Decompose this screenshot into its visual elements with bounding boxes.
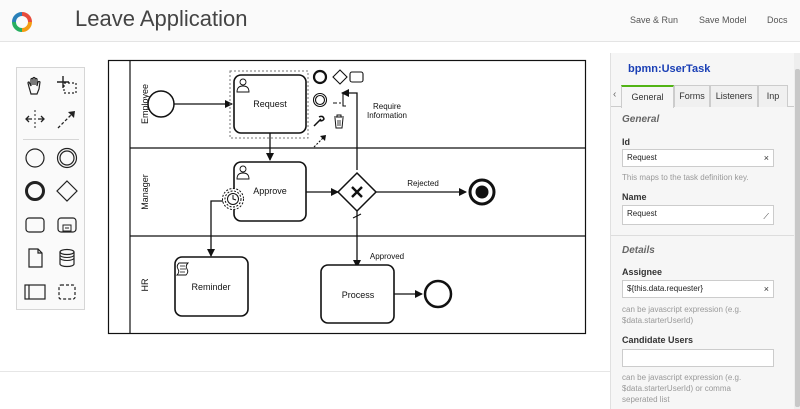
data-object-icon[interactable] (23, 246, 47, 270)
task-label-reminder: Reminder (191, 282, 230, 292)
tabs-scroll-left-icon[interactable]: ‹ (613, 89, 616, 100)
resize-handle-icon[interactable]: ⟋ (763, 209, 769, 224)
intermediate-event-icon[interactable] (55, 146, 79, 170)
section-general-title: General (622, 114, 660, 125)
append-end-event-icon[interactable] (312, 69, 328, 85)
sequence-flow[interactable] (207, 200, 223, 257)
assignee-label: Assignee (622, 267, 663, 277)
task-label-approve: Approve (253, 186, 287, 196)
id-label: Id (622, 137, 630, 147)
flow-label-rejected: Rejected (407, 179, 439, 188)
flow-label-information: Information (367, 111, 407, 120)
tab-listeners[interactable]: Listeners (710, 85, 758, 107)
append-intermediate-event-icon[interactable] (312, 92, 328, 108)
start-event[interactable] (147, 90, 175, 118)
data-store-icon[interactable] (55, 246, 79, 270)
save-and-run-button[interactable]: Save & Run (630, 15, 678, 25)
task-label-process: Process (342, 290, 375, 300)
palette-separator (23, 139, 79, 140)
append-gateway-icon[interactable] (332, 69, 348, 85)
tab-forms[interactable]: Forms (674, 85, 710, 107)
properties-panel: bpmn:UserTask ‹ General Forms Listeners … (610, 53, 800, 409)
element-type-title: bpmn:UserTask (628, 63, 711, 75)
section-details-title: Details (622, 245, 655, 256)
candidate-users-field[interactable] (622, 349, 774, 367)
pool-icon[interactable] (23, 280, 47, 304)
clear-icon[interactable]: × (764, 150, 769, 166)
assignee-field[interactable]: ${this.data.requester} × (622, 280, 774, 298)
end-event-rejected[interactable] (468, 178, 496, 206)
app-logo-icon (12, 12, 32, 32)
candidate-users-help-text: can be javascript expression (e.g. $data… (622, 373, 742, 404)
lane-label-hr: HR (140, 278, 150, 291)
sequence-flow-require-information[interactable] (341, 89, 358, 170)
start-event-icon[interactable] (23, 146, 47, 170)
id-field[interactable]: Request × (622, 149, 774, 167)
name-field[interactable]: Request ⟋ (622, 205, 774, 225)
append-task-icon[interactable] (349, 71, 364, 83)
text-annotation-icon[interactable] (333, 93, 346, 107)
wrench-icon[interactable] (313, 115, 325, 127)
name-value: Request (627, 209, 657, 218)
context-pad (312, 69, 364, 148)
hand-tool-icon[interactable] (23, 74, 47, 98)
candidate-users-label: Candidate Users (622, 335, 694, 345)
gateway-icon[interactable] (55, 179, 79, 203)
trash-icon[interactable] (334, 114, 344, 129)
end-event-icon[interactable] (23, 179, 47, 203)
section-separator (611, 235, 794, 236)
canvas-divider (0, 371, 610, 372)
task-label-request: Request (253, 99, 287, 109)
flow-label-approved: Approved (370, 252, 404, 261)
save-model-button[interactable]: Save Model (699, 15, 747, 25)
tab-input-output[interactable]: Inp (758, 85, 788, 107)
docs-button[interactable]: Docs (767, 15, 788, 25)
id-value: Request (627, 153, 657, 162)
space-tool-icon[interactable] (23, 107, 47, 131)
lasso-tool-icon[interactable] (55, 74, 79, 98)
assignee-value: ${this.data.requester} (627, 284, 704, 293)
subprocess-icon[interactable] (55, 213, 79, 237)
panel-scrollbar[interactable] (794, 53, 800, 409)
properties-tabs: ‹ General Forms Listeners Inp (611, 84, 800, 108)
connect-icon[interactable] (313, 135, 326, 148)
app-title: Leave Application (75, 6, 248, 31)
panel-scrollbar-thumb[interactable] (795, 69, 800, 407)
global-connect-tool-icon[interactable] (55, 107, 79, 131)
timer-boundary-event[interactable] (222, 188, 244, 210)
id-help-text: This maps to the task definition key. (622, 173, 749, 182)
exclusive-gateway[interactable] (336, 171, 378, 213)
tool-palette (16, 67, 85, 310)
bpmn-diagram: Employee Manager HR Request Require Info… (107, 59, 587, 335)
app-header: Leave Application Save & Run Save Model … (0, 0, 800, 42)
end-event-process[interactable] (423, 279, 453, 309)
flow-label-require: Require (373, 102, 402, 111)
group-icon[interactable] (55, 280, 79, 304)
assignee-help-text: can be javascript expression (e.g. $data… (622, 305, 742, 325)
name-label: Name (622, 192, 647, 202)
clear-icon[interactable]: × (764, 281, 769, 297)
task-icon[interactable] (23, 213, 47, 237)
tab-general[interactable]: General (621, 85, 674, 108)
lane-label-manager: Manager (140, 174, 150, 210)
